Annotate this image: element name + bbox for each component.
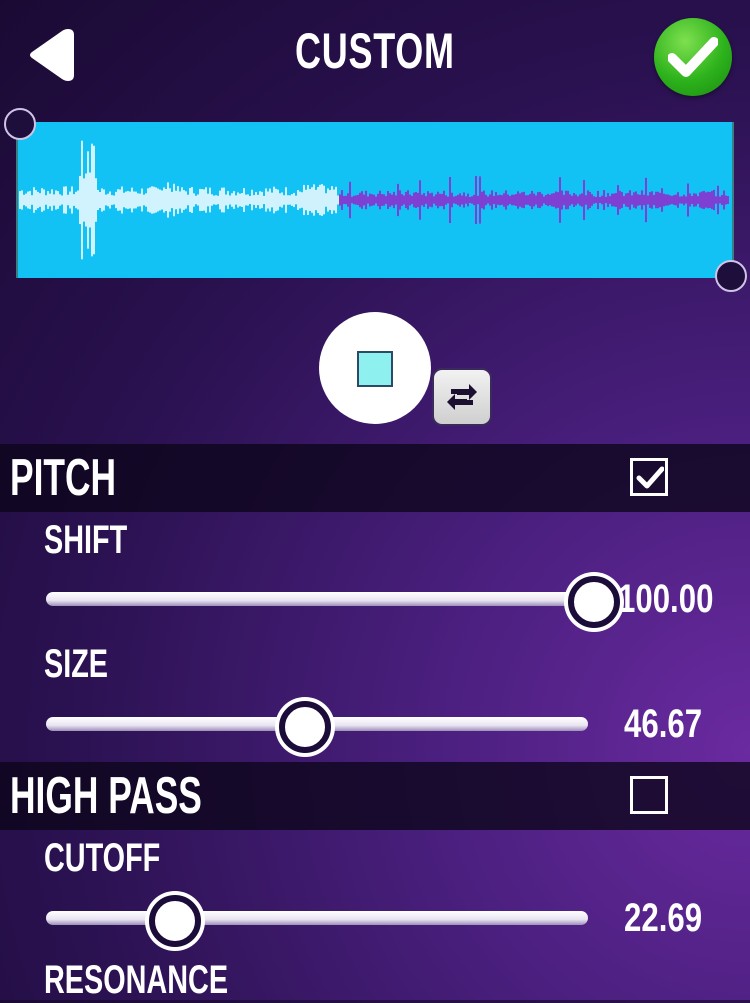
size-slider-thumb[interactable] [278, 701, 331, 753]
cutoff-slider-thumb[interactable] [148, 895, 201, 947]
stop-square-icon [357, 351, 393, 387]
checkmark-icon [668, 37, 718, 77]
waveform-display[interactable] [18, 122, 732, 278]
resonance-label: RESONANCE [44, 958, 229, 1002]
loop-button[interactable] [432, 368, 492, 426]
page-title: CUSTOM [295, 23, 455, 79]
stop-button[interactable] [319, 312, 431, 424]
high-pass-section-header: HIGH PASS [0, 762, 750, 830]
trim-end-handle[interactable] [715, 260, 747, 292]
pitch-section-header: PITCH [0, 444, 750, 512]
size-value: 46.67 [624, 702, 703, 746]
shift-value: 100.00 [618, 577, 714, 621]
cutoff-value: 22.69 [624, 896, 703, 940]
high-pass-title: HIGH PASS [10, 767, 202, 825]
shift-slider-thumb[interactable] [568, 576, 620, 628]
shift-label: SHIFT [44, 518, 128, 562]
cutoff-slider-track[interactable] [46, 911, 588, 925]
high-pass-enable-checkbox[interactable] [630, 776, 668, 814]
top-bar: CUSTOM [0, 0, 750, 110]
trim-start-handle[interactable] [4, 108, 36, 140]
cutoff-label: CUTOFF [44, 836, 161, 880]
waveform-graph [19, 140, 729, 260]
pitch-enable-checkbox[interactable] [630, 458, 668, 496]
size-label: SIZE [44, 642, 109, 686]
pitch-title: PITCH [10, 449, 117, 507]
shift-slider-track[interactable] [46, 592, 588, 606]
confirm-button[interactable] [654, 18, 732, 96]
repeat-icon [447, 384, 477, 410]
checkmark-icon [636, 466, 664, 489]
